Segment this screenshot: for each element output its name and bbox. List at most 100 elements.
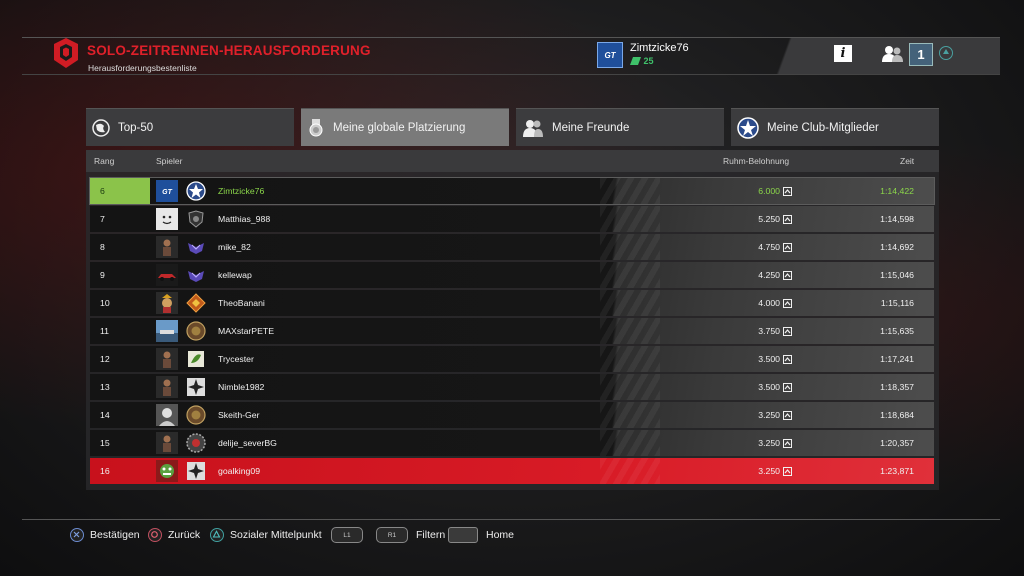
col-fame-header: Ruhm-Belohnung <box>723 156 790 166</box>
fame-icon <box>783 243 792 252</box>
row-stripe <box>600 206 660 232</box>
table-row[interactable]: 11 MAXstarPETE 3.750 1:15,635 <box>90 318 934 344</box>
home-button-icon <box>448 527 478 543</box>
player-name: Skeith-Ger <box>218 410 260 420</box>
fame-reward: 4.000 <box>758 298 780 308</box>
player-name: delije_severBG <box>218 438 277 448</box>
rank-cell: 15 <box>90 430 150 456</box>
club-leaf-badge-icon <box>188 351 204 367</box>
lap-time: 1:17,241 <box>880 354 914 364</box>
portrait-avatar-icon <box>156 404 178 426</box>
row-stripe <box>600 346 660 372</box>
svg-text:GT: GT <box>162 189 172 196</box>
globe-icon <box>92 118 110 137</box>
tab-top-50[interactable]: Top-50 <box>86 108 294 146</box>
fame-icon <box>783 215 792 224</box>
figure-avatar-icon <box>156 432 178 454</box>
row-stripe <box>600 402 660 428</box>
triangle-button-icon <box>210 528 224 542</box>
fame-icon <box>783 467 792 476</box>
fame-reward: 4.250 <box>758 270 780 280</box>
page-title: SOLO-ZEITRENNEN-HERAUSFORDERUNG <box>87 43 371 58</box>
player-name: kellewap <box>218 270 252 280</box>
table-row[interactable]: 9 kellewap 4.250 1:15,046 <box>90 262 934 288</box>
col-time-header: Zeit <box>900 156 915 166</box>
table-row[interactable]: 7 Matthias_988 5.250 1:14,598 <box>90 206 934 232</box>
rank-value: 11 <box>100 326 110 336</box>
lap-time: 1:15,046 <box>880 270 914 280</box>
rank-cell: 7 <box>90 206 150 232</box>
confirm-label: Bestätigen <box>90 529 140 541</box>
rank-cell: 12 <box>90 346 150 372</box>
fame-reward: 3.250 <box>758 438 780 448</box>
rank-cell: 16 <box>90 458 150 484</box>
lap-time: 1:20,357 <box>880 438 914 448</box>
triangle-button-icon <box>939 46 953 60</box>
row-stripe <box>600 178 660 204</box>
table-row[interactable]: 14 Skeith-Ger 3.250 1:18,684 <box>90 402 934 428</box>
user-avatar-label: GT <box>604 50 616 60</box>
rank-value: 13 <box>100 382 110 392</box>
table-row[interactable]: 13 Nimble1982 3.500 1:18,357 <box>90 374 934 400</box>
lap-time: 1:18,357 <box>880 382 914 392</box>
figure-avatar-icon <box>156 236 178 258</box>
rank-value: 9 <box>100 270 105 280</box>
fame-icon <box>783 439 792 448</box>
fame-reward: 3.500 <box>758 354 780 364</box>
social-hub-icon[interactable] <box>881 45 905 63</box>
table-row[interactable]: 6 GT Zimtzicke76 6.000 1:14,422 <box>89 177 935 205</box>
club-star-icon <box>737 116 759 139</box>
circle-button-icon <box>148 528 162 542</box>
fame-reward: 5.250 <box>758 214 780 224</box>
lap-time: 1:15,635 <box>880 326 914 336</box>
table-row[interactable]: 15 delije_severBG 3.250 1:20,357 <box>90 430 934 456</box>
lap-time: 1:15,116 <box>880 298 914 308</box>
player-name: TheoBanani <box>218 298 265 308</box>
tab-my-club-members[interactable]: Meine Club-Mitglieder <box>731 108 939 146</box>
rank-value: 7 <box>100 214 105 224</box>
page-subtitle: Herausforderungsbestenliste <box>88 63 197 73</box>
notification-count-badge[interactable]: 1 <box>909 43 933 66</box>
gt-avatar-icon: GT <box>156 180 178 202</box>
fame-reward: 4.750 <box>758 242 780 252</box>
club-round-badge-icon <box>186 321 206 341</box>
home-button[interactable]: Home <box>448 527 514 543</box>
character-avatar-icon <box>156 292 178 314</box>
cross-button-icon <box>70 528 84 542</box>
home-label: Home <box>486 529 515 541</box>
club-cross-badge-icon <box>187 378 205 396</box>
tab-label: Meine globale Platzierung <box>333 121 466 134</box>
filter-button[interactable]: R1 Filtern <box>376 527 445 543</box>
smiley-avatar-icon <box>156 208 178 230</box>
fame-reward: 3.250 <box>758 410 780 420</box>
user-level: 25 <box>630 56 654 66</box>
rank-value: 8 <box>100 242 105 252</box>
player-name: Nimble1982 <box>218 382 265 392</box>
back-button[interactable]: Zurück <box>148 527 200 543</box>
fame-icon <box>783 411 792 420</box>
club-shield-badge-icon <box>188 210 204 228</box>
lap-time: 1:18,684 <box>880 410 914 420</box>
table-row[interactable]: 10 TheoBanani 4.000 1:15,116 <box>90 290 934 316</box>
table-row[interactable]: 12 Trycester 3.500 1:17,241 <box>90 346 934 372</box>
club-star-badge-icon <box>186 181 206 201</box>
table-row[interactable]: 8 mike_82 4.750 1:14,692 <box>90 234 934 260</box>
col-player-header: Spieler <box>156 156 183 166</box>
filter-label: Filtern <box>416 529 446 541</box>
club-round-badge-icon <box>186 405 206 425</box>
l1-button[interactable]: L1 <box>331 527 371 543</box>
confirm-button[interactable]: Bestätigen <box>70 527 140 543</box>
player-name: Zimtzicke76 <box>218 186 265 196</box>
fame-reward: 3.500 <box>758 382 780 392</box>
table-row[interactable]: 16 goalking09 3.250 1:23,871 <box>90 458 934 484</box>
medal-icon <box>309 118 323 136</box>
info-icon[interactable]: i <box>834 45 852 62</box>
l1-button-icon: L1 <box>331 527 363 543</box>
tab-label: Meine Club-Mitglieder <box>767 121 879 134</box>
tab-my-global-rank[interactable]: Meine globale Platzierung <box>301 108 509 146</box>
social-hub-button[interactable]: Sozialer Mittelpunkt <box>210 527 322 543</box>
rank-value: 6 <box>100 186 105 196</box>
tab-my-friends[interactable]: Meine Freunde <box>516 108 724 146</box>
rank-cell: 6 <box>90 178 150 204</box>
figure-avatar-icon <box>156 348 178 370</box>
